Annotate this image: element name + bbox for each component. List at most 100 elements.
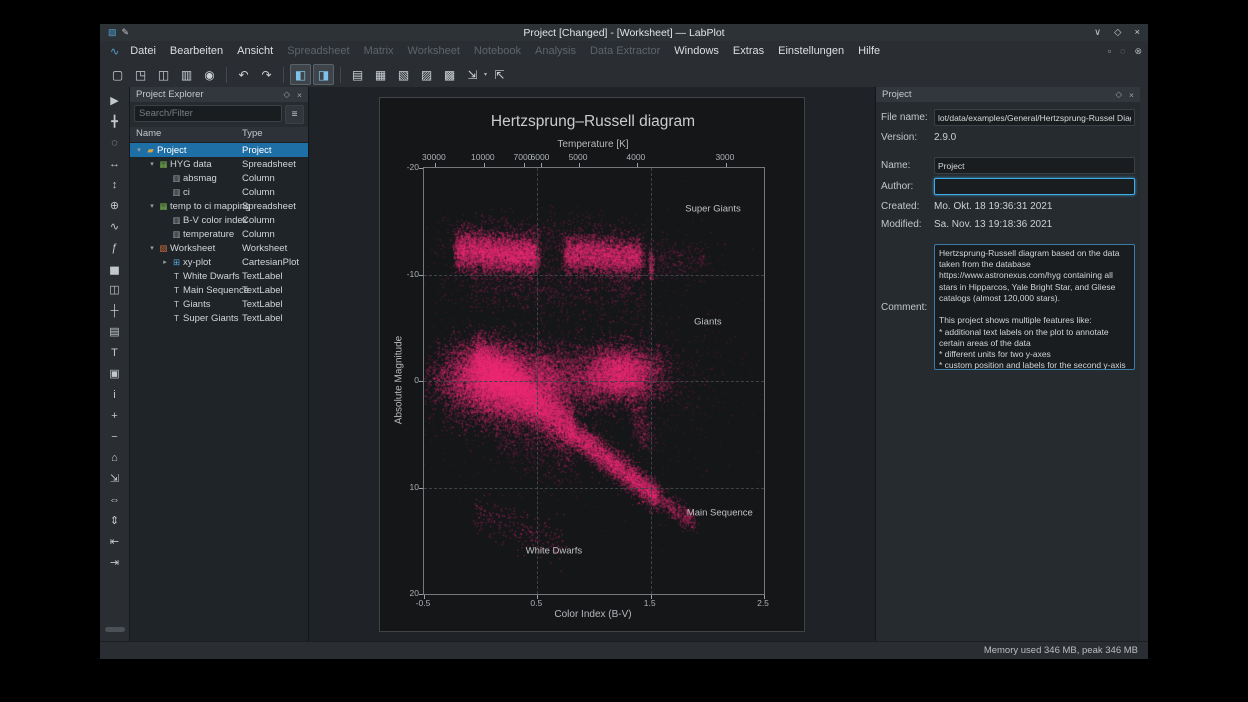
add-legend-icon[interactable]: ▤: [107, 325, 123, 339]
add-axis-icon[interactable]: ┼: [107, 304, 123, 318]
filter-options-button[interactable]: ≡: [285, 105, 304, 124]
author-input[interactable]: [934, 178, 1135, 195]
new-spreadsheet-button[interactable]: ▤: [347, 64, 368, 85]
add-text-label-icon[interactable]: T: [107, 346, 123, 360]
tree-row-ci[interactable]: ▥ciColumn: [130, 185, 308, 199]
add-histogram-icon[interactable]: ▅: [107, 262, 123, 276]
close-panel-icon[interactable]: ×: [1129, 90, 1134, 100]
tree-row-absmag[interactable]: ▥absmagColumn: [130, 171, 308, 185]
menu-extras[interactable]: Extras: [726, 41, 771, 62]
crosshair-mode-icon[interactable]: ╋: [107, 115, 123, 129]
add-info-element-icon[interactable]: i: [107, 388, 123, 402]
modified-pencil-icon: ✎: [122, 27, 130, 38]
zoom-origin-icon[interactable]: ⌂: [107, 451, 123, 465]
tree-row-worksheet[interactable]: ▾▧WorksheetWorksheet: [130, 241, 308, 255]
zoom-in-icon[interactable]: +: [107, 409, 123, 423]
menu-windows[interactable]: Windows: [667, 41, 726, 62]
name-input[interactable]: [934, 157, 1135, 174]
open-project-button[interactable]: ◳: [130, 64, 151, 85]
shift-left-icon[interactable]: ⇤: [107, 535, 123, 549]
menu-einstellungen[interactable]: Einstellungen: [771, 41, 851, 62]
minimize-button[interactable]: ∨: [1094, 27, 1101, 38]
file-name-input[interactable]: [934, 109, 1135, 126]
tree-row-hyg-data[interactable]: ▾▦HYG dataSpreadsheet: [130, 157, 308, 171]
file-name-row: File name:: [881, 109, 1135, 126]
select-mode-icon[interactable]: ▶: [107, 94, 123, 108]
window-controls: ∨ ◇ ×: [1094, 27, 1140, 38]
toolbar-separator: [226, 67, 227, 83]
menu-items: DateiBearbeitenAnsichtSpreadsheetMatrixW…: [123, 41, 887, 62]
tree-row-xy-plot[interactable]: ▸⊞xy-plotCartesianPlot: [130, 255, 308, 269]
add-xy-curve-icon[interactable]: ∿: [107, 220, 123, 234]
new-datapicker-button[interactable]: ▩: [439, 64, 460, 85]
top-axis-label: Temperature [K]: [423, 139, 763, 150]
menu-bearbeiten[interactable]: Bearbeiten: [163, 41, 230, 62]
tree-toggle-icon[interactable]: ▾: [147, 244, 157, 252]
zoom-out-icon[interactable]: −: [107, 430, 123, 444]
toolbar-separator: [340, 67, 341, 83]
tree-toggle-icon[interactable]: ▸: [160, 258, 170, 266]
import-button[interactable]: ⇲: [462, 64, 483, 85]
tree-toggle-icon[interactable]: ▾: [147, 160, 157, 168]
new-worksheet-button[interactable]: ▧: [393, 64, 414, 85]
menu-hilfe[interactable]: Hilfe: [851, 41, 887, 62]
redo-button[interactable]: ↷: [256, 64, 277, 85]
tree-toggle-icon[interactable]: ▾: [134, 146, 144, 154]
undo-button[interactable]: ↶: [233, 64, 254, 85]
zoom-x-select-mode-icon[interactable]: ↔: [107, 157, 123, 171]
tree-row-giants[interactable]: TGiantsTextLabel: [130, 297, 308, 311]
toolbar-scrollbar[interactable]: [105, 627, 125, 632]
tree-toggle-icon[interactable]: ▾: [147, 202, 157, 210]
plot-area[interactable]: Super GiantsGiantsMain SequenceWhite Dwa…: [423, 167, 765, 595]
menu-datei[interactable]: Datei: [123, 41, 163, 62]
tree-row-temp-to-ci-mapping[interactable]: ▾▦temp to ci mappingSpreadsheet: [130, 199, 308, 213]
zoom-select-mode-icon[interactable]: ◌: [107, 136, 123, 150]
menu-data-extractor: Data Extractor: [583, 41, 667, 62]
worksheet-page[interactable]: Hertzsprung–Russell diagram Temperature …: [379, 97, 805, 632]
titlebar[interactable]: ▧ ✎ Project [Changed] - [Worksheet] — La…: [100, 24, 1148, 41]
new-notebook-button[interactable]: ▨: [416, 64, 437, 85]
toggle-project-explorer-button[interactable]: ◧: [290, 64, 311, 85]
export-button[interactable]: ⇱: [489, 64, 510, 85]
column-header-type[interactable]: Type: [242, 128, 263, 139]
mdi-restore-button[interactable]: ◌: [1120, 46, 1125, 57]
float-panel-icon[interactable]: ◇: [283, 89, 290, 100]
zoom-fit-icon[interactable]: ⇲: [107, 472, 123, 486]
print-preview-button[interactable]: ◉: [199, 64, 220, 85]
shift-right-icon[interactable]: ⇥: [107, 556, 123, 570]
close-panel-icon[interactable]: ×: [297, 90, 302, 100]
zoom-fit-y-icon[interactable]: ⇕: [107, 514, 123, 528]
print-button[interactable]: ▥: [176, 64, 197, 85]
tree-row-b-v-color-index[interactable]: ▥B-V color indexColumn: [130, 213, 308, 227]
zoom-fit-x-icon[interactable]: ⇔: [107, 493, 123, 507]
menu-ansicht[interactable]: Ansicht: [230, 41, 280, 62]
search-filter-input[interactable]: [134, 105, 282, 122]
add-image-icon[interactable]: ▣: [107, 367, 123, 381]
add-boxplot-icon[interactable]: ◫: [107, 283, 123, 297]
add-formula-curve-icon[interactable]: ƒ: [107, 241, 123, 255]
window-app-icon: ▧: [108, 27, 117, 38]
new-matrix-button[interactable]: ▦: [370, 64, 391, 85]
zoom-y-select-mode-icon[interactable]: ↕: [107, 178, 123, 192]
close-button[interactable]: ×: [1134, 27, 1140, 38]
tree-row-super-giants[interactable]: TSuper GiantsTextLabel: [130, 311, 308, 325]
memory-status: Memory used 346 MB, peak 346 MB: [984, 645, 1138, 656]
comment-textarea[interactable]: Hertzsprung-Russell diagram based on the…: [934, 244, 1135, 370]
pan-mode-icon[interactable]: ⊕: [107, 199, 123, 213]
column-header-name[interactable]: Name: [136, 128, 161, 139]
save-project-button[interactable]: ◫: [153, 64, 174, 85]
project-explorer-panel: Project Explorer ◇ × ≡ Name Type ▾▰Proje…: [129, 87, 308, 641]
tree-row-main-sequence[interactable]: TMain SequenceTextLabel: [130, 283, 308, 297]
tree-row-white-dwarfs[interactable]: TWhite DwarfsTextLabel: [130, 269, 308, 283]
mdi-minimize-button[interactable]: ▫: [1108, 46, 1111, 57]
float-panel-icon[interactable]: ◇: [1115, 89, 1122, 100]
import-dropdown-caret-icon[interactable]: ▾: [484, 71, 487, 78]
toggle-properties-explorer-button[interactable]: ◨: [313, 64, 334, 85]
tree-item-type: TextLabel: [242, 271, 283, 282]
mdi-close-button[interactable]: ⊗: [1134, 46, 1142, 57]
tree-row-temperature[interactable]: ▥temperatureColumn: [130, 227, 308, 241]
tree-row-project[interactable]: ▾▰ProjectProject: [130, 143, 308, 157]
menu-spreadsheet: Spreadsheet: [280, 41, 356, 62]
new-project-button[interactable]: ▢: [107, 64, 128, 85]
maximize-button[interactable]: ◇: [1114, 27, 1121, 38]
